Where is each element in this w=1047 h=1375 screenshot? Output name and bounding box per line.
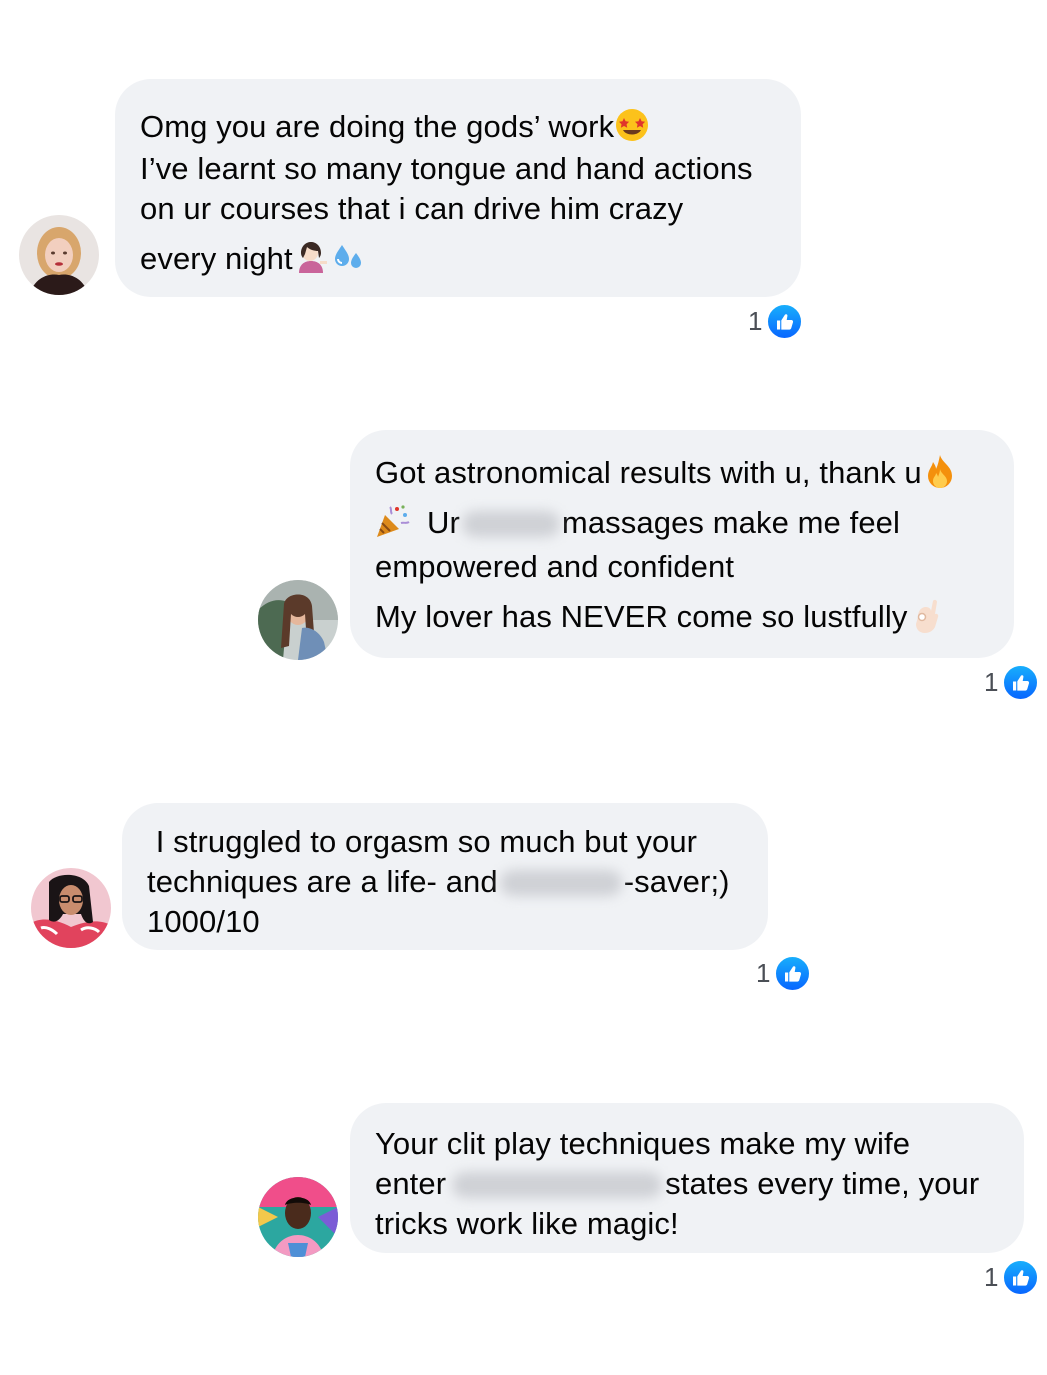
party-popper-emoji-icon — [375, 503, 411, 539]
comment-text: empowered and confident — [375, 549, 735, 584]
comment-text: states every time, your — [665, 1166, 980, 1201]
reaction-summary[interactable]: 1 — [984, 1259, 1040, 1296]
comment-bubble: Got astronomical results with u, thank u… — [350, 430, 1014, 658]
reaction-count: 1 — [984, 1262, 999, 1292]
reaction-summary[interactable]: 1 — [756, 955, 812, 992]
sweat-droplets-emoji-icon — [329, 239, 365, 275]
comment-text: -saver;) — [623, 864, 730, 899]
star-struck-emoji-icon — [614, 107, 650, 143]
redacted-word — [452, 1172, 663, 1198]
comment-bubble: Your clit play techniques make my wife e… — [350, 1103, 1024, 1253]
commenter-avatar[interactable] — [258, 580, 338, 660]
comment-text: tricks work like magic! — [375, 1206, 679, 1241]
comment-text: I struggled to orgasm so much but your — [147, 824, 698, 859]
avatar-woman-blonde-icon — [19, 215, 99, 295]
comment-text: techniques are a life- and — [147, 864, 498, 899]
like-icon — [1002, 1259, 1040, 1296]
comment-text: Omg you are doing the gods’ work — [140, 109, 615, 144]
redacted-word — [461, 511, 560, 537]
woman-tipping-hand-emoji-icon — [293, 239, 329, 275]
comment-bubble: I struggled to orgasm so much but your t… — [122, 803, 768, 950]
fire-emoji-icon — [922, 453, 958, 489]
reaction-count: 1 — [756, 958, 771, 988]
avatar-woman-glasses-icon — [31, 868, 111, 948]
like-icon — [766, 303, 804, 340]
comment-text: every night — [140, 241, 293, 276]
like-icon — [1002, 664, 1040, 701]
comment-text: Ur — [427, 505, 460, 540]
comment-text: Got astronomical results with u, thank u — [375, 455, 922, 490]
commenter-avatar[interactable] — [31, 868, 111, 948]
avatar-man-pink-shirt-icon — [258, 1177, 338, 1257]
comment-text: enter — [375, 1166, 447, 1201]
comment-text: I’ve learnt so many tongue and hand acti… — [140, 151, 753, 186]
comment-text: My lover has NEVER come so lustfully — [375, 599, 908, 634]
avatar-woman-denim-jacket-icon — [258, 580, 338, 660]
comment-text: on ur courses that i can drive him crazy — [140, 191, 684, 226]
reaction-count: 1 — [748, 306, 763, 336]
reaction-summary[interactable]: 1 — [748, 303, 804, 340]
comment-text: 1000/10 — [147, 904, 260, 939]
comment-bubble: Omg you are doing the gods’ work I’ve le… — [115, 79, 801, 297]
ok-hand-emoji-icon — [908, 597, 944, 633]
comment-text: Your clit play techniques make my wife — [375, 1126, 911, 1161]
like-icon — [774, 955, 812, 992]
reaction-summary[interactable]: 1 — [984, 664, 1040, 701]
commenter-avatar[interactable] — [19, 215, 99, 295]
reaction-count: 1 — [984, 667, 999, 697]
comment-text: massages make me feel — [561, 505, 900, 540]
commenter-avatar[interactable] — [258, 1177, 338, 1257]
redacted-word — [499, 870, 622, 896]
